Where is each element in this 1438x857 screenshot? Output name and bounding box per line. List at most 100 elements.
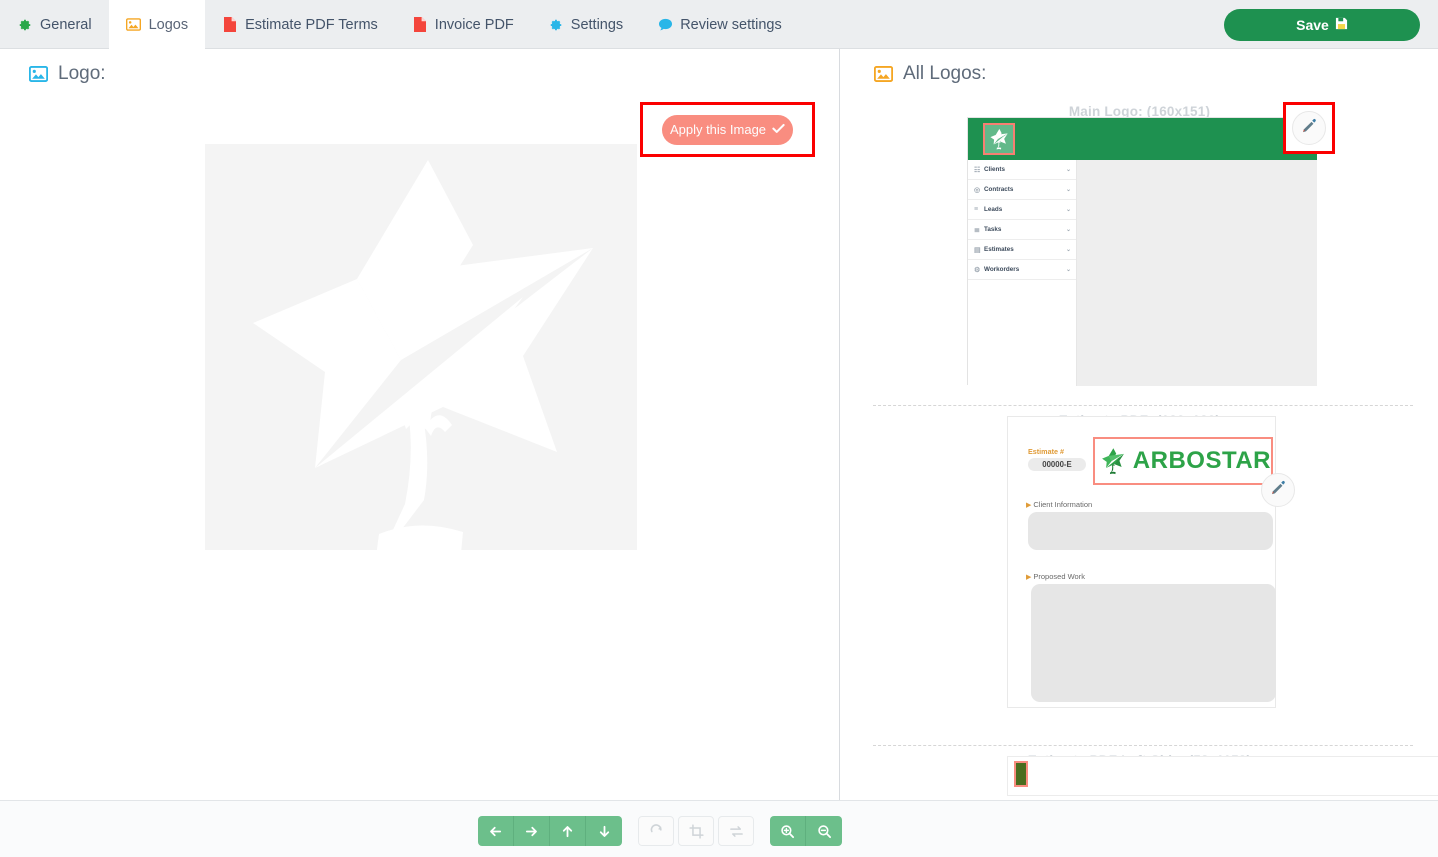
top-tab-bar: General Logos Estimate PDF Terms Invoice…	[0, 0, 1438, 49]
mock-menu-label: Leads	[984, 206, 1003, 213]
estimate-pdf-mock: Estimate # 00000-E ARBOSTAR ▶ Client Inf…	[1007, 416, 1276, 708]
logo-block-estimate-left-side: Estimate PDF Left Side: (58x1153)	[841, 689, 1438, 800]
mock-menu-item-workorders[interactable]: ⚙ Workorders ⌄	[968, 260, 1076, 280]
tab-general[interactable]: General	[0, 0, 109, 49]
arbostar-logo-watermark	[205, 144, 637, 550]
gear-icon	[17, 17, 33, 33]
floppy-disk-icon	[1335, 17, 1348, 33]
mock-menu-item-estimates[interactable]: ▤ Estimates ⌄	[968, 240, 1076, 260]
tab-estimate-pdf-terms[interactable]: Estimate PDF Terms	[205, 0, 395, 49]
mock-menu-item-tasks[interactable]: ≣ Tasks ⌄	[968, 220, 1076, 240]
circle-icon: ◎	[974, 186, 981, 194]
tab-review-settings[interactable]: Review settings	[640, 0, 799, 49]
mock-menu-item-clients[interactable]: ☷ Clients ⌄	[968, 160, 1076, 180]
zoom-in-button[interactable]	[770, 816, 806, 846]
save-button-label: Save	[1296, 17, 1329, 33]
move-left-button[interactable]	[478, 816, 514, 846]
zoom-out-icon	[817, 824, 831, 838]
apply-button-label: Apply this Image	[669, 122, 767, 137]
zoom-out-button[interactable]	[806, 816, 842, 846]
proposed-work-box	[1031, 584, 1276, 702]
apply-this-image-button[interactable]: Apply this Image	[662, 114, 793, 145]
edit-main-logo-button[interactable]	[1292, 111, 1326, 145]
all-logos-panel: All Logos: Main Logo: (160x151) ☷ Client…	[841, 49, 1438, 800]
chevron-down-icon: ⌄	[1065, 187, 1071, 193]
arrow-down-icon	[599, 825, 609, 837]
mock-menu-item-contracts[interactable]: ◎ Contracts ⌄	[968, 180, 1076, 200]
pencil-icon	[1270, 479, 1287, 501]
arrow-right-icon	[525, 826, 537, 836]
image-icon	[28, 65, 48, 83]
estimate-number-block: Estimate # 00000-E	[1028, 447, 1086, 471]
mock-logo-slot	[983, 123, 1015, 155]
mock-menu-label: Clients	[984, 166, 1005, 173]
tab-settings[interactable]: Settings	[531, 0, 640, 49]
image-editor-toolbar	[0, 800, 1438, 857]
crop-icon	[688, 823, 704, 839]
pdf-file-icon	[412, 17, 428, 33]
list-icon: ≡	[974, 206, 979, 213]
apply-image-highlight: Apply this Image	[640, 102, 815, 157]
logo-block-estimate-pdf: Estimate PDF: (120x120) Estimate # 00000…	[841, 349, 1438, 739]
move-button-group	[478, 816, 622, 846]
chevron-down-icon: ⌄	[1065, 167, 1071, 173]
chevron-down-icon: ⌄	[1065, 227, 1071, 233]
checklist-icon: ≣	[974, 226, 980, 234]
move-right-button[interactable]	[514, 816, 550, 846]
logo-preview-canvas[interactable]	[205, 144, 637, 550]
edit-estimate-pdf-logo-button[interactable]	[1261, 473, 1295, 507]
triangle-right-icon: ▶	[1026, 573, 1032, 581]
chevron-down-icon: ⌄	[1065, 207, 1071, 213]
logo-block-main: Main Logo: (160x151) ☷ Clients ⌄ ◎ Contr…	[841, 49, 1438, 399]
tab-label: Logos	[148, 16, 189, 33]
left-side-logo-slot	[1014, 761, 1028, 787]
flip-icon	[729, 825, 743, 837]
tab-label: Invoice PDF	[434, 16, 514, 33]
section-client-information: ▶ Client Information	[1026, 500, 1092, 509]
flip-button[interactable]	[718, 816, 754, 846]
section-label: Client Information	[1033, 500, 1093, 509]
gears-icon: ⚙	[974, 266, 981, 274]
client-information-box	[1028, 512, 1273, 550]
move-down-button[interactable]	[586, 816, 622, 846]
section-label: Proposed Work	[1033, 572, 1085, 581]
zoom-in-icon	[781, 824, 795, 838]
chevron-down-icon: ⌄	[1065, 267, 1071, 273]
checkmark-icon	[772, 122, 785, 137]
section-proposed-work: ▶ Proposed Work	[1026, 572, 1085, 581]
main-logo-mock: ☷ Clients ⌄ ◎ Contracts ⌄ ≡ Leads ⌄ ≣ Ta…	[967, 117, 1317, 386]
tab-list: General Logos Estimate PDF Terms Invoice…	[0, 0, 1438, 49]
logo-editor-panel: Logo: Apply this Image	[0, 49, 840, 800]
tab-label: Settings	[570, 16, 624, 33]
mock-menu-label: Tasks	[984, 226, 1002, 233]
arbostar-mark-icon	[990, 128, 1008, 150]
move-up-button[interactable]	[550, 816, 586, 846]
rotate-icon	[650, 823, 662, 832]
crop-button[interactable]	[678, 816, 714, 846]
table-icon: ▤	[974, 246, 981, 254]
mock-menu-label: Estimates	[984, 246, 1014, 253]
transform-button-group	[638, 816, 754, 846]
rotate-button[interactable]	[638, 816, 674, 846]
arrow-left-icon	[490, 826, 502, 836]
chevron-down-icon: ⌄	[1065, 247, 1071, 253]
estimate-number-value: 00000-E	[1028, 458, 1086, 471]
brand-name: ARBOSTAR	[1132, 447, 1271, 474]
estimate-number-label: Estimate #	[1028, 447, 1064, 456]
mock-menu-label: Workorders	[984, 266, 1020, 273]
tab-invoice-pdf[interactable]: Invoice PDF	[395, 0, 531, 49]
toolbar-groups	[478, 816, 842, 846]
mock-menu-label: Contracts	[984, 186, 1014, 193]
mock-menu-item-leads[interactable]: ≡ Leads ⌄	[968, 200, 1076, 220]
image-icon	[126, 17, 142, 33]
page-title: Logo:	[58, 63, 106, 84]
save-button[interactable]: Save	[1224, 9, 1420, 41]
estimate-left-side-mock	[1007, 756, 1438, 796]
logo-panel-title: Logo:	[28, 63, 839, 85]
pencil-icon	[1301, 117, 1318, 139]
gear-icon	[548, 17, 564, 33]
pdf-file-icon	[222, 17, 238, 33]
arrow-up-icon	[562, 825, 573, 837]
tab-logos[interactable]: Logos	[108, 0, 206, 49]
network-icon: ☷	[974, 166, 981, 174]
